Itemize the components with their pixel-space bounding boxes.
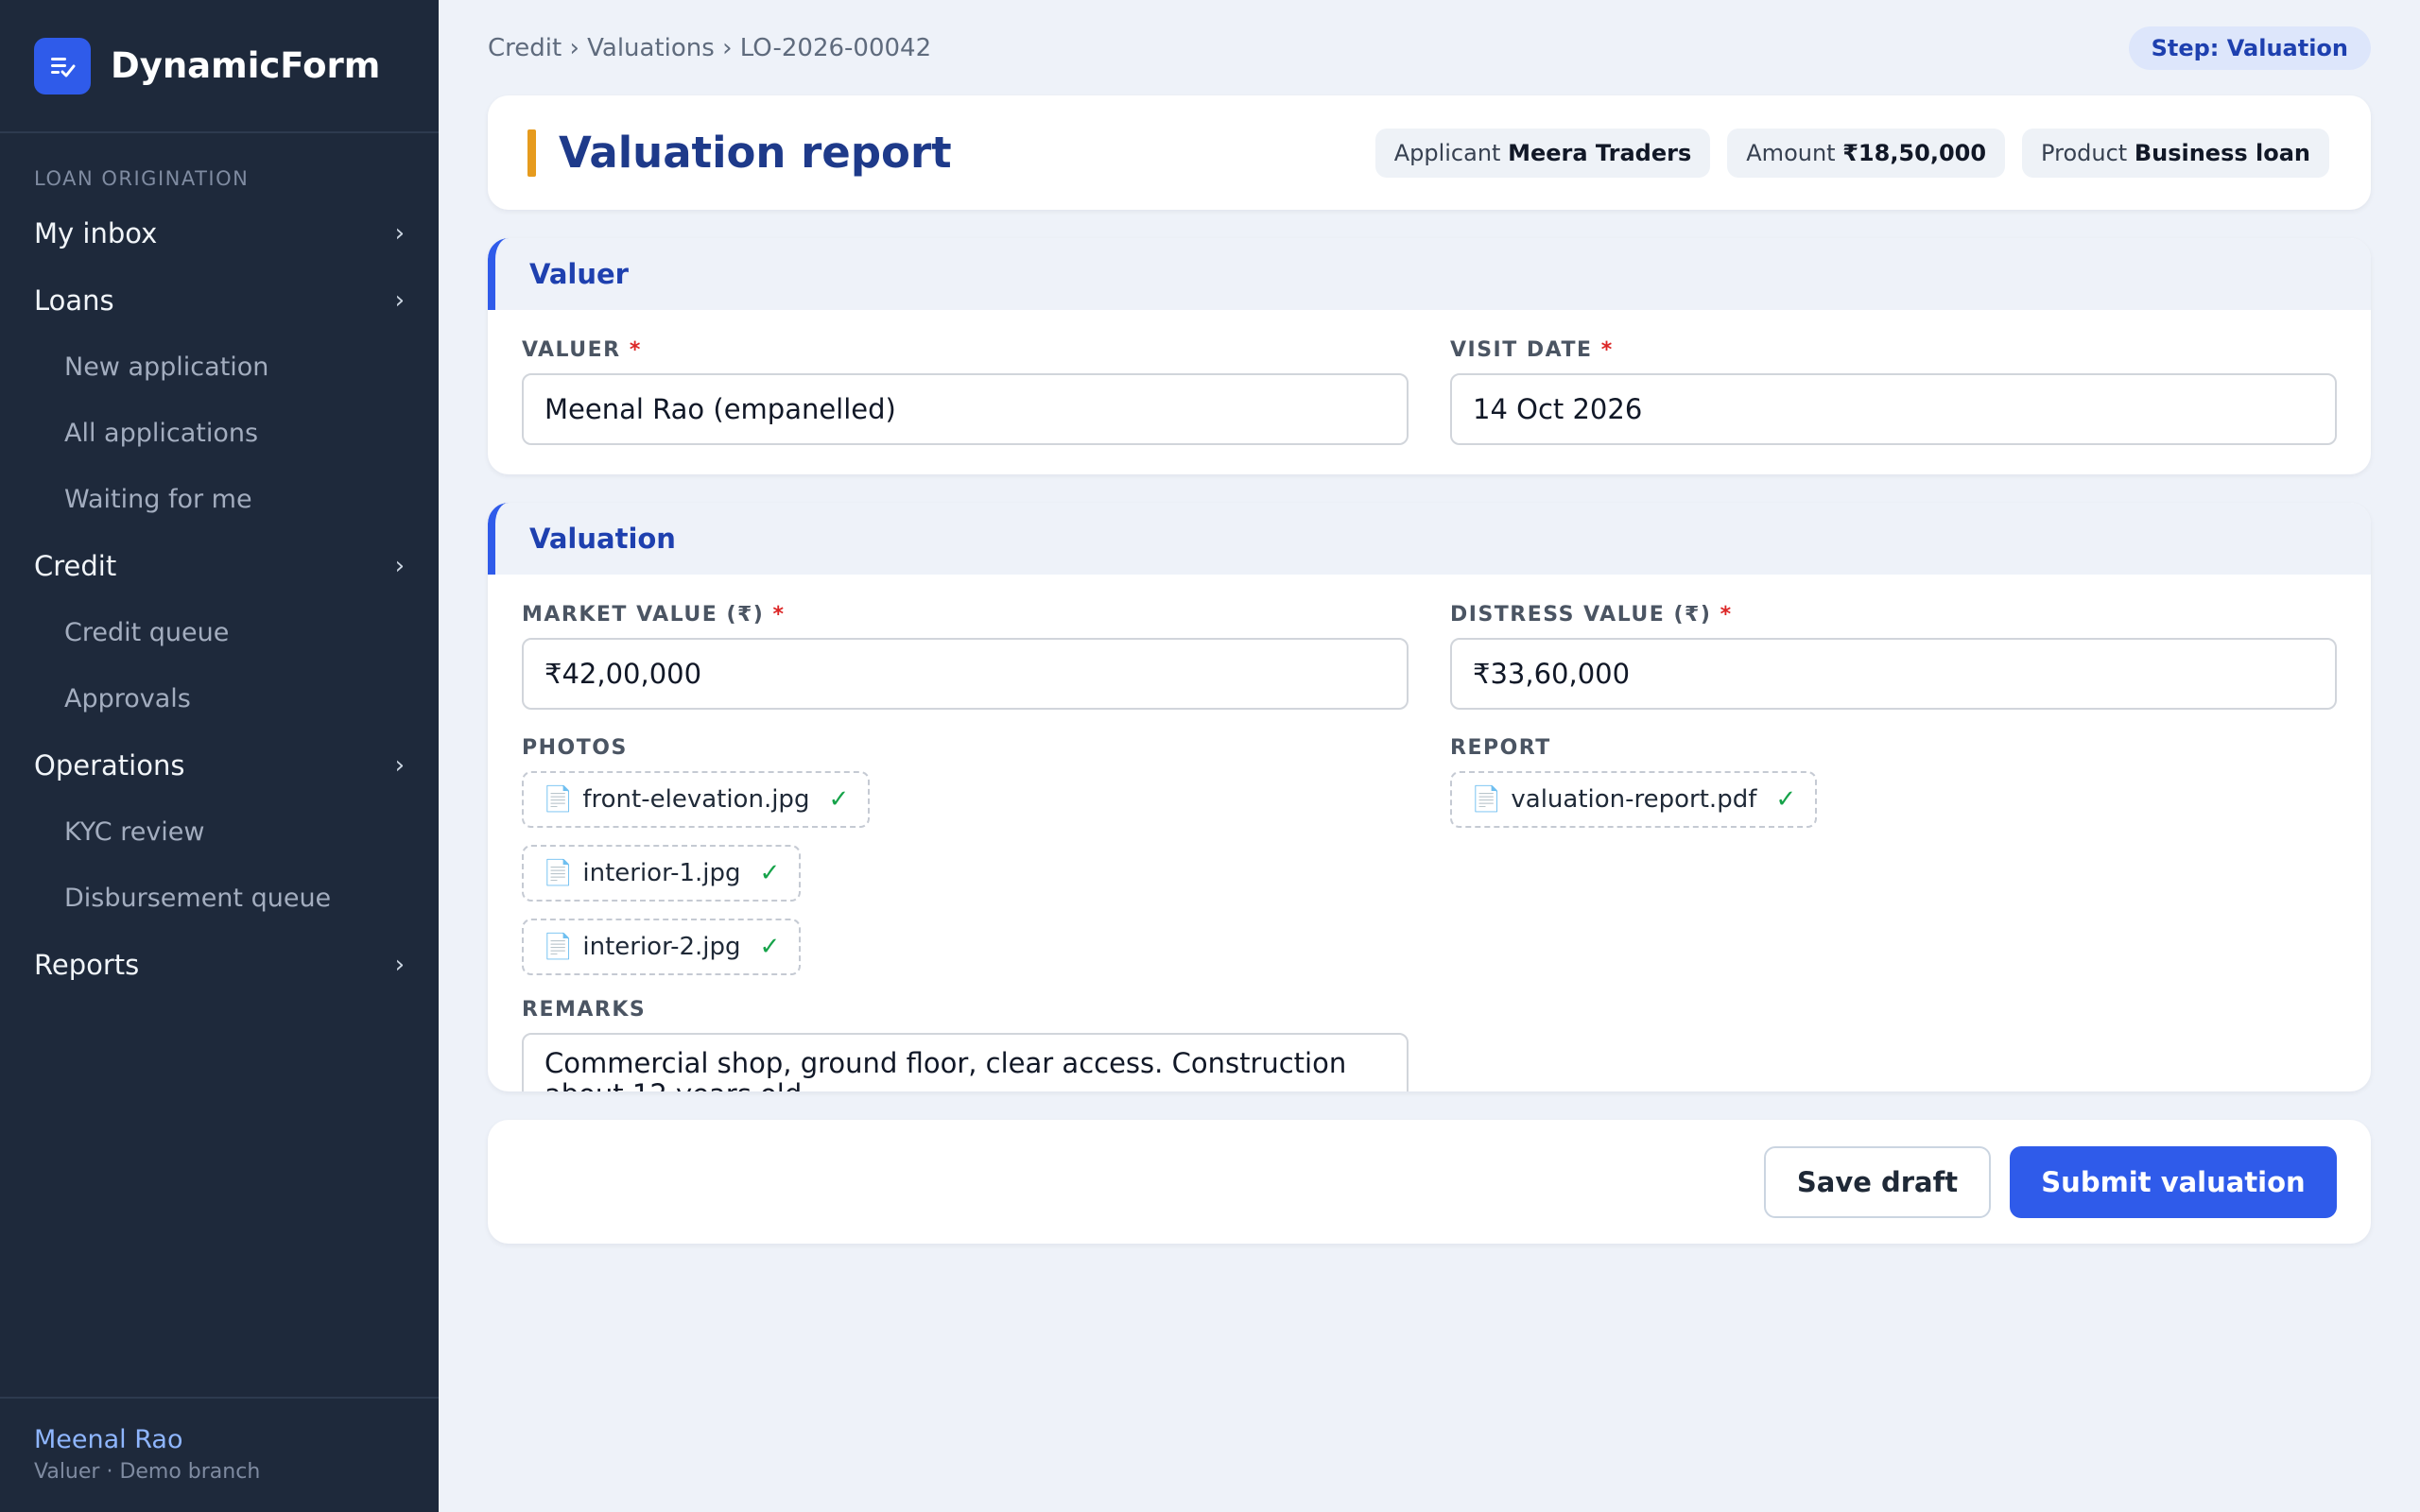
summary-chip-applicant: Applicant Meera Traders (1374, 128, 1711, 178)
valuer-section-body: VALUER * Meenal Rao (empanelled) VISIT D… (488, 310, 2371, 474)
file-name: interior-2.jpg (582, 933, 741, 961)
step-badge: Step: Valuation (2128, 26, 2371, 70)
file-name: interior-1.jpg (582, 859, 741, 887)
topbar: Credit › Valuations › LO-2026-00042 Step… (488, 0, 2371, 95)
summary-chip-amount: Amount ₹18,50,000 (1727, 128, 2006, 178)
file-item[interactable]: 📄 interior-1.jpg ✓ (522, 845, 802, 902)
sidebar-item-label: My inbox (34, 216, 158, 249)
sidebar-item-label: KYC review (64, 816, 205, 847)
sidebar-subitem-kyc-review[interactable]: KYC review (0, 799, 439, 865)
title-wrap: Valuation report (527, 128, 952, 178)
title-accent-bar (527, 129, 536, 177)
report-files-list: 📄 valuation-report.pdf ✓ (1450, 771, 2337, 828)
sidebar-item-label: Approvals (64, 683, 191, 713)
check-icon: ✓ (828, 785, 850, 814)
user-profile[interactable]: Meenal Rao Valuer · Demo branch (0, 1397, 439, 1512)
main-content: Credit › Valuations › LO-2026-00042 Step… (439, 0, 2420, 1512)
file-item[interactable]: 📄 front-elevation.jpg ✓ (522, 771, 871, 828)
remarks-label: REMARKS (522, 998, 647, 1022)
sidebar-item-label: Disbursement queue (64, 883, 332, 913)
remarks-field[interactable]: Commercial shop, ground floor, clear acc… (522, 1033, 1409, 1091)
document-icon: 📄 (1471, 785, 1502, 814)
sidebar-item-label: All applications (64, 418, 259, 448)
visit-date-field[interactable]: 14 Oct 2026 (1450, 373, 2337, 445)
form-list-icon (34, 37, 91, 94)
sidebar-subitem-disbursement-queue[interactable]: Disbursement queue (0, 865, 439, 931)
market-value-label: MARKET VALUE (₹) * (522, 603, 786, 627)
sidebar-item-loans[interactable]: Loans › (0, 266, 439, 334)
photos-list: 📄 front-elevation.jpg ✓ 📄 interior-1.jpg ✓ 📄 in… (522, 771, 1051, 975)
check-icon: ✓ (759, 933, 781, 961)
page-title: Valuation report (559, 128, 952, 178)
save-draft-button[interactable]: Save draft (1764, 1145, 1991, 1218)
valuer-field[interactable]: Meenal Rao (empanelled) (522, 373, 1409, 445)
distress-value-label: DISTRESS VALUE (₹) * (1450, 603, 1733, 627)
valuation-section-header: Valuation (488, 503, 2371, 575)
sidebar-subitem-credit-queue[interactable]: Credit queue (0, 599, 439, 665)
valuation-section-title: Valuation (529, 523, 676, 555)
file-name: front-elevation.jpg (582, 785, 810, 814)
valuer-section: Valuer VALUER * Meenal Rao (empanelled) … (488, 238, 2371, 474)
sidebar-item-label: Loans (34, 284, 114, 317)
sidebar-subitem-new-application[interactable]: New application (0, 334, 439, 400)
brand-name: DynamicForm (111, 45, 381, 86)
document-icon: 📄 (543, 933, 574, 961)
sidebar-item-operations[interactable]: Operations › (0, 731, 439, 799)
visit-date-label: VISIT DATE * (1450, 338, 1614, 362)
sidebar-nav: My inbox › Loans › New application All applic… (0, 199, 439, 998)
sidebar: DynamicForm LOAN ORIGINATION My inbox › Lo… (0, 0, 439, 1512)
sidebar-subitem-waiting-for-me[interactable]: Waiting for me (0, 466, 439, 532)
photos-label: PHOTOS (522, 736, 628, 760)
document-icon: 📄 (543, 785, 574, 814)
check-icon: ✓ (759, 859, 781, 887)
file-name: valuation-report.pdf (1511, 785, 1757, 814)
sidebar-item-label: Operations (34, 748, 185, 782)
check-icon: ✓ (1775, 785, 1797, 814)
valuer-section-header: Valuer (488, 238, 2371, 310)
summary-chip-product: Product Business loan (2022, 128, 2329, 178)
valuer-section-title: Valuer (529, 258, 629, 290)
user-name: Meenal Rao (34, 1425, 183, 1454)
chevron-right-icon: › (394, 750, 405, 780)
chevron-right-icon: › (394, 551, 405, 580)
valuation-section-body: MARKET VALUE (₹) * ₹42,00,000 DISTRESS V… (488, 575, 2371, 1091)
market-value-field[interactable]: ₹42,00,000 (522, 638, 1409, 710)
document-icon: 📄 (543, 859, 574, 887)
summary-chips: Applicant Meera Traders Amount ₹18,50,000… (1374, 128, 2329, 178)
valuation-section: Valuation MARKET VALUE (₹) * ₹42,00,000 … (488, 503, 2371, 1091)
report-label: REPORT (1450, 736, 1551, 760)
sidebar-item-label: Reports (34, 948, 140, 981)
file-item[interactable]: 📄 interior-2.jpg ✓ (522, 919, 802, 975)
sidebar-item-credit[interactable]: Credit › (0, 532, 439, 599)
sidebar-subitem-approvals[interactable]: Approvals (0, 665, 439, 731)
distress-value-field[interactable]: ₹33,60,000 (1450, 638, 2337, 710)
chevron-right-icon: › (394, 285, 405, 315)
breadcrumb[interactable]: Credit › Valuations › LO-2026-00042 (488, 34, 931, 62)
sidebar-item-my-inbox[interactable]: My inbox › (0, 199, 439, 266)
sidebar-subitem-all-applications[interactable]: All applications (0, 400, 439, 466)
brand[interactable]: DynamicForm (0, 0, 439, 133)
sidebar-item-label: Waiting for me (64, 484, 252, 514)
sidebar-item-reports[interactable]: Reports › (0, 931, 439, 998)
user-role: Valuer · Demo branch (34, 1460, 261, 1484)
actions-card: Save draft Submit valuation (488, 1120, 2371, 1244)
sidebar-item-label: New application (64, 352, 269, 382)
header-card: Valuation report Applicant Meera Traders… (488, 95, 2371, 210)
valuer-label: VALUER * (522, 338, 642, 362)
submit-valuation-button[interactable]: Submit valuation (2010, 1145, 2337, 1218)
sidebar-item-label: Credit (34, 549, 117, 582)
file-item[interactable]: 📄 valuation-report.pdf ✓ (1450, 771, 1818, 828)
sidebar-item-label: Credit queue (64, 617, 230, 647)
chevron-right-icon: › (394, 950, 405, 979)
nav-section-label: LOAN ORIGINATION (34, 167, 250, 190)
chevron-right-icon: › (394, 218, 405, 248)
